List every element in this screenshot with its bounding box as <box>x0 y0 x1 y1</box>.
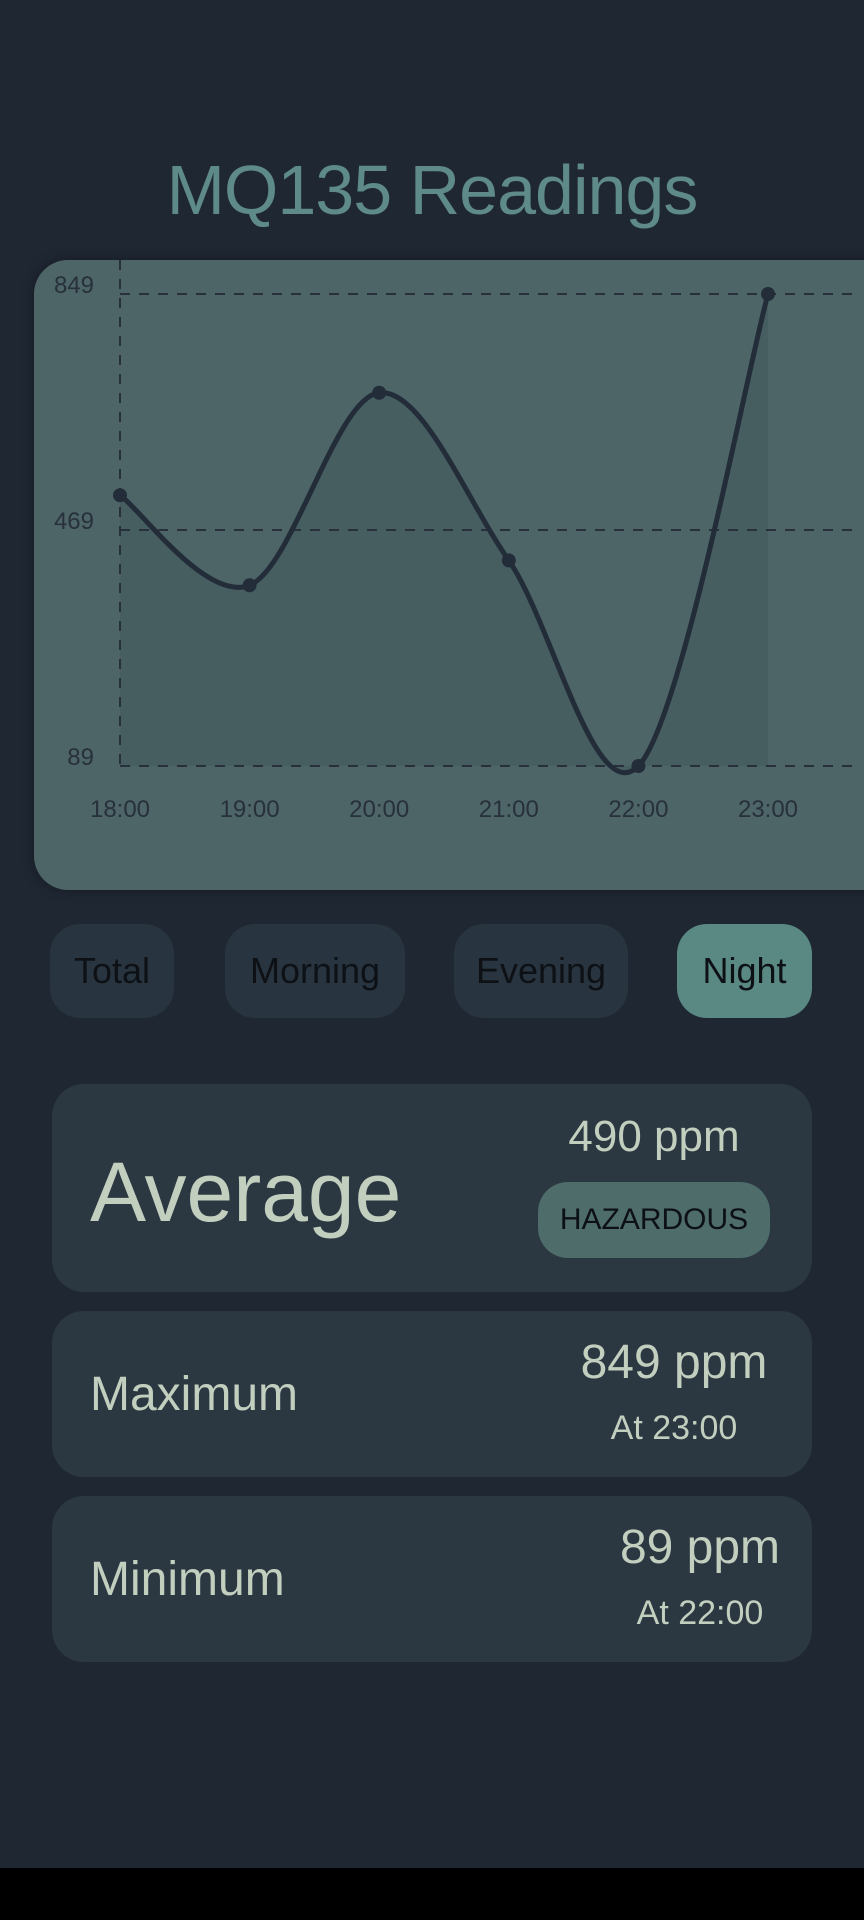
x-tick-label: 22:00 <box>608 796 668 823</box>
minimum-time: At 22:00 <box>636 1594 764 1632</box>
x-tick-label: 19:00 <box>220 796 280 823</box>
x-tick-label: 18:00 <box>90 796 150 823</box>
y-tick-label: 849 <box>54 272 94 299</box>
y-tick-label: 469 <box>54 508 94 535</box>
filter-morning[interactable]: Morning <box>225 924 405 1018</box>
system-navigation-bar <box>0 1868 864 1920</box>
x-tick-label: 21:00 <box>479 796 539 823</box>
data-point <box>242 578 257 593</box>
y-tick-label: 89 <box>67 744 94 771</box>
chart-plot: 89 469 849 18:00 19:00 20:00 21:00 22:00 23:00 <box>54 260 860 823</box>
time-filter-group: Total Morning Evening Night <box>0 924 864 1020</box>
filter-evening[interactable]: Evening <box>454 924 628 1018</box>
filter-total[interactable]: Total <box>50 924 174 1018</box>
data-point <box>113 488 127 503</box>
maximum-value: 849 ppm <box>580 1336 768 1389</box>
data-point <box>372 385 387 400</box>
maximum-label: Maximum <box>90 1368 299 1421</box>
average-value: 490 ppm <box>568 1112 740 1161</box>
data-point <box>761 287 775 301</box>
average-label: Average <box>90 1145 402 1239</box>
minimum-value: 89 ppm <box>619 1521 781 1574</box>
average-card: Average 490 ppm HAZARDOUS <box>52 1084 812 1292</box>
minimum-card: Minimum 89 ppm At 22:00 <box>52 1496 812 1662</box>
data-point <box>631 759 646 773</box>
x-tick-label: 20:00 <box>349 796 409 823</box>
x-tick-label: 23:00 <box>738 796 798 823</box>
filter-night[interactable]: Night <box>677 924 812 1018</box>
maximum-card: Maximum 849 ppm At 23:00 <box>52 1311 812 1477</box>
status-badge: HAZARDOUS <box>538 1182 770 1258</box>
minimum-label: Minimum <box>90 1553 285 1606</box>
page-title: MQ135 Readings <box>166 151 699 229</box>
readings-chart: 89 469 849 18:00 19:00 20:00 21:00 22:00 23:00 <box>34 260 864 890</box>
maximum-time: At 23:00 <box>610 1409 738 1447</box>
data-point <box>501 553 516 568</box>
